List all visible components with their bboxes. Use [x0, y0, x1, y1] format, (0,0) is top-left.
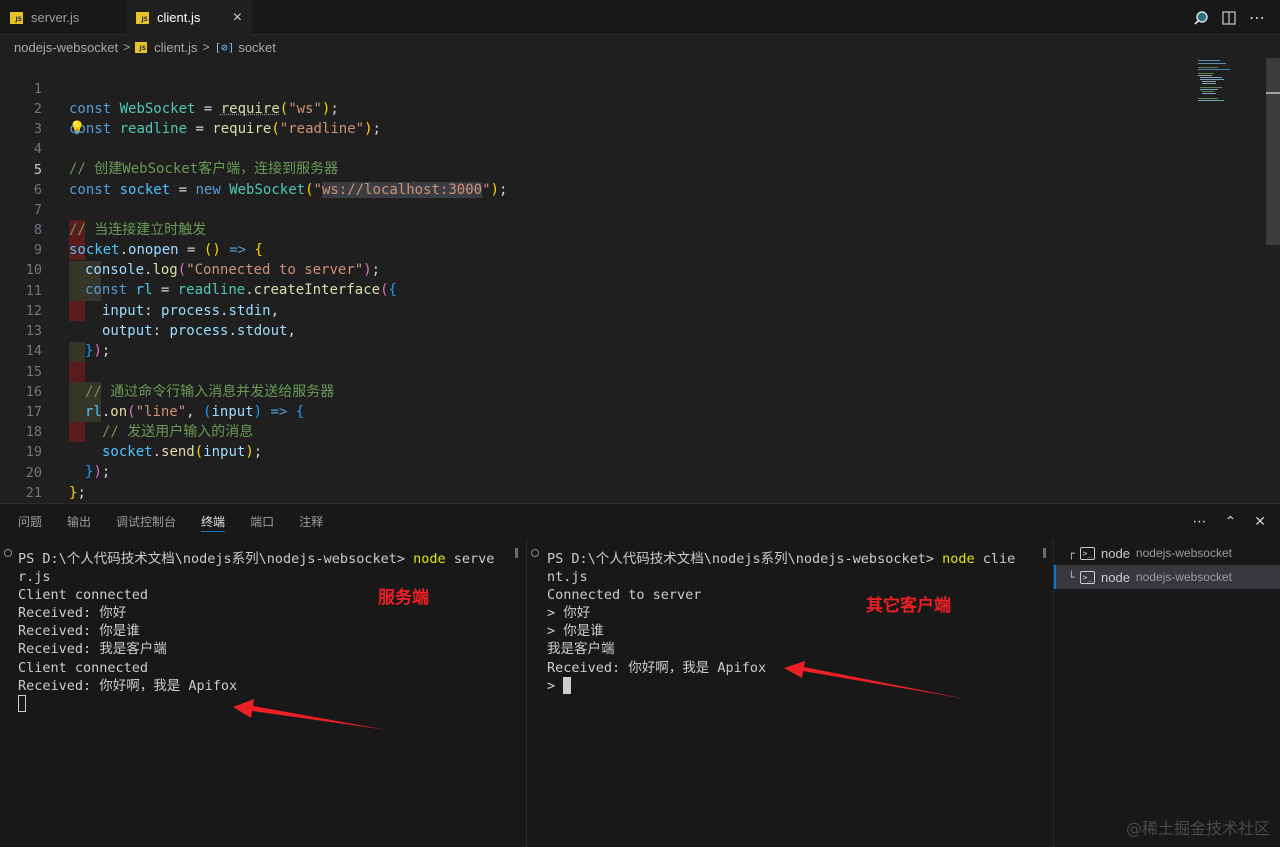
code-line: 9 console.log("Connected to server");	[0, 220, 1190, 278]
terminal-line: > 你好	[547, 605, 591, 621]
command-decoration-icon	[531, 549, 539, 557]
code-line: 8 socket.onopen = () => {	[0, 200, 1190, 258]
code-line: 1 const WebSocket = require("ws");	[0, 59, 1190, 117]
terminal-cursor-line	[18, 695, 26, 713]
breadcrumb-file[interactable]: client.js	[154, 40, 197, 55]
tab-terminal[interactable]: 终端	[201, 504, 226, 539]
panel-tabs: 问题 输出 调试控制台 终端 端口 注释	[0, 504, 348, 539]
tab-label: server.js	[31, 10, 80, 25]
breadcrumb-folder[interactable]: nodejs-websocket	[14, 40, 118, 55]
chevron-right-icon: >	[202, 40, 210, 54]
breadcrumb: nodejs-websocket > JS client.js > [⊘] so…	[0, 36, 276, 58]
watermark: @稀土掘金技术社区	[1125, 819, 1270, 838]
lightbulb-icon[interactable]: 💡	[69, 119, 85, 139]
terminal-line: nt.js	[547, 569, 588, 585]
terminal-line: 我是客户端	[547, 641, 615, 657]
scrollbar-cursor-marker	[1266, 92, 1280, 94]
code-line: 7 // 当连接建立时触发	[0, 180, 1190, 238]
code-line: 16 rl.on("line", (input) => {	[0, 362, 1190, 420]
terminal-line: r.js	[18, 569, 51, 585]
terminal-line: > 你是谁	[547, 623, 604, 639]
editor-tab-bar: JS server.js JS client.js × ⋯	[0, 0, 1280, 36]
tab-ports[interactable]: 端口	[250, 504, 274, 539]
editor-actions: ⋯	[1192, 0, 1280, 35]
more-actions-icon[interactable]: ⋯	[1193, 513, 1207, 530]
terminal-line: Client connected	[18, 660, 149, 676]
editor-scrollbar[interactable]	[1266, 58, 1280, 245]
terminal-list-item[interactable]: ┌ >_ node nodejs-websocket	[1054, 541, 1280, 565]
code-line: 20 };	[0, 443, 1190, 501]
code-line-current: 5 const socket = new WebSocket("ws://loc…	[0, 140, 1190, 198]
tab-debug-console[interactable]: 调试控制台	[116, 504, 176, 539]
code-line: 10 const rl = readline.createInterface({	[0, 240, 1190, 298]
breadcrumb-symbol[interactable]: socket	[238, 40, 276, 55]
tab-label: client.js	[157, 10, 201, 25]
terminal-input-line: >	[547, 677, 572, 695]
terminal-line: PS D:\个人代码技术文档\nodejs系列\nodejs-websocket…	[547, 551, 1016, 567]
js-file-icon: JS	[135, 41, 148, 53]
terminal-icon: >_	[1080, 570, 1095, 584]
more-actions-icon[interactable]: ⋯	[1248, 9, 1266, 27]
annotation-server-label: 服务端	[378, 588, 429, 608]
maximize-panel-icon[interactable]: ⌃	[1225, 513, 1237, 530]
bottom-panel: 问题 输出 调试控制台 终端 端口 注释 ⋯ ⌃ ✕ PS D:\个人代码技术文…	[0, 503, 1280, 847]
terminal-line: Received: 你好	[18, 605, 127, 621]
split-editor-icon[interactable]	[1220, 9, 1238, 27]
tab-comments[interactable]: 注释	[299, 504, 323, 539]
code-line: 17 // 发送用户输入的消息	[0, 382, 1190, 440]
minimap[interactable]	[1196, 58, 1266, 118]
js-file-icon: JS	[10, 11, 23, 24]
code-editor[interactable]: 1 const WebSocket = require("ws"); 2 con…	[0, 58, 1280, 503]
copilot-search-icon[interactable]	[1192, 9, 1210, 27]
terminal-line: Received: 你好啊，我是 Apifox	[18, 678, 238, 694]
terminal-line: Connected to server	[547, 587, 702, 603]
variable-symbol-icon: [⊘]	[214, 40, 235, 54]
tab-output[interactable]: 输出	[67, 504, 91, 539]
terminal-cursor	[18, 695, 26, 712]
tab-server-js[interactable]: JS server.js	[0, 0, 126, 35]
code-line: 6	[0, 160, 1190, 198]
tree-branch-icon: └	[1068, 570, 1075, 584]
terminal-line: Received: 你好啊，我是 Apifox	[547, 660, 767, 676]
close-panel-icon[interactable]: ✕	[1254, 513, 1266, 530]
code-line: 3	[0, 99, 1190, 137]
chevron-right-icon: >	[123, 40, 131, 54]
terminal-client[interactable]: PS D:\个人代码技术文档\nodejs系列\nodejs-websocket…	[527, 544, 1052, 844]
code-line: 18 socket.send(input);	[0, 402, 1190, 460]
code-line: 21	[0, 463, 1190, 501]
code-line: 22 // 当接收到服务器发送的消息时触发	[0, 483, 1190, 503]
code-line: 2 const readline = require("readline");	[0, 79, 1190, 137]
terminal-scrollbar[interactable]	[515, 548, 518, 558]
terminal-line: Client connected	[18, 587, 149, 603]
terminal-server[interactable]: PS D:\个人代码技术文档\nodejs系列\nodejs-websocket…	[0, 544, 525, 844]
terminal-scrollbar[interactable]	[1043, 548, 1046, 558]
code-line: 12 output: process.stdout,	[0, 281, 1190, 339]
tree-branch-icon: ┌	[1068, 546, 1075, 560]
code-line: 13 });	[0, 301, 1190, 359]
close-tab-icon[interactable]: ×	[228, 9, 246, 27]
terminal-line: Received: 你是谁	[18, 623, 140, 639]
terminal-tabs-list: ┌ >_ node nodejs-websocket └ >_ node nod…	[1054, 541, 1280, 589]
code-line: 11 input: process.stdin,	[0, 261, 1190, 319]
terminal-line: PS D:\个人代码技术文档\nodejs系列\nodejs-websocket…	[18, 551, 495, 567]
terminal-icon: >_	[1080, 546, 1095, 560]
code-line: 19 });	[0, 422, 1190, 480]
tab-client-js[interactable]: JS client.js ×	[126, 0, 252, 36]
code-line: 4 // 创建WebSocket客户端，连接到服务器 💡	[0, 119, 1190, 177]
terminal-list-item-active[interactable]: └ >_ node nodejs-websocket	[1054, 565, 1280, 589]
annotation-client-label: 其它客户端	[866, 596, 951, 616]
terminal-cursor	[563, 677, 572, 694]
command-decoration-icon	[4, 549, 12, 557]
tab-problems[interactable]: 问题	[18, 504, 42, 539]
terminal-line: Received: 我是客户端	[18, 641, 167, 657]
panel-actions: ⋯ ⌃ ✕	[1193, 504, 1266, 539]
code-line: 14	[0, 321, 1190, 359]
js-file-icon: JS	[136, 11, 149, 24]
code-line: 15 // 通过命令行输入消息并发送给服务器	[0, 342, 1190, 400]
